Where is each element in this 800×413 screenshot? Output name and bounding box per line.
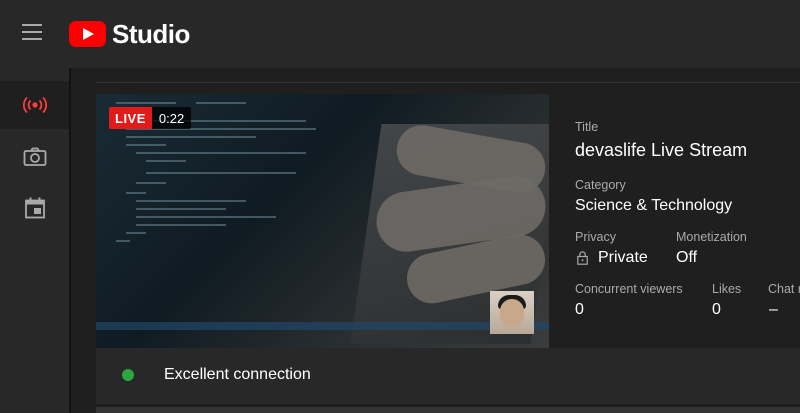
likes-value: 0 — [712, 301, 721, 318]
privacy-label: Privacy — [575, 230, 616, 244]
rail-item-stream[interactable] — [0, 81, 69, 129]
camera-icon — [23, 147, 46, 166]
webcam-overlay — [490, 291, 534, 334]
privacy-value: Private — [598, 249, 648, 266]
chat-label: Chat r — [768, 282, 800, 296]
connection-status: Excellent connection — [164, 366, 311, 383]
studio-app: Studio LIVE 0:22 Title devaslife Live St… — [0, 0, 800, 413]
top-bar: Studio — [0, 0, 800, 68]
live-badge: LIVE 0:22 — [109, 107, 192, 129]
calendar-icon — [24, 197, 45, 219]
likes-label: Likes — [712, 282, 742, 296]
category-label: Category — [575, 178, 626, 192]
chat-value: – — [769, 301, 778, 318]
live-label: LIVE — [109, 107, 152, 129]
elapsed-time: 0:22 — [151, 107, 192, 129]
rail-item-manage[interactable] — [0, 184, 69, 232]
monetization-value: Off — [676, 249, 698, 266]
title-label: Title — [575, 120, 599, 134]
connection-status-icon — [122, 369, 134, 381]
viewers-label: Concurrent viewers — [575, 282, 683, 296]
youtube-play-icon — [69, 21, 106, 47]
monetization-label: Monetization — [676, 230, 747, 244]
category-value: Science & Technology — [575, 197, 733, 214]
panel-top-border — [96, 82, 800, 83]
live-broadcast-icon — [22, 96, 47, 114]
logo-text: Studio — [112, 18, 190, 49]
left-rail — [0, 68, 69, 413]
stream-preview[interactable] — [96, 94, 549, 348]
lock-icon — [577, 251, 588, 265]
title-value: devaslife Live Stream — [575, 140, 748, 160]
viewers-value: 0 — [575, 301, 584, 318]
bottom-panel-edge — [96, 407, 800, 413]
rail-item-webcam[interactable] — [0, 133, 69, 181]
studio-logo[interactable]: Studio — [69, 18, 190, 49]
menu-icon[interactable] — [22, 24, 42, 40]
